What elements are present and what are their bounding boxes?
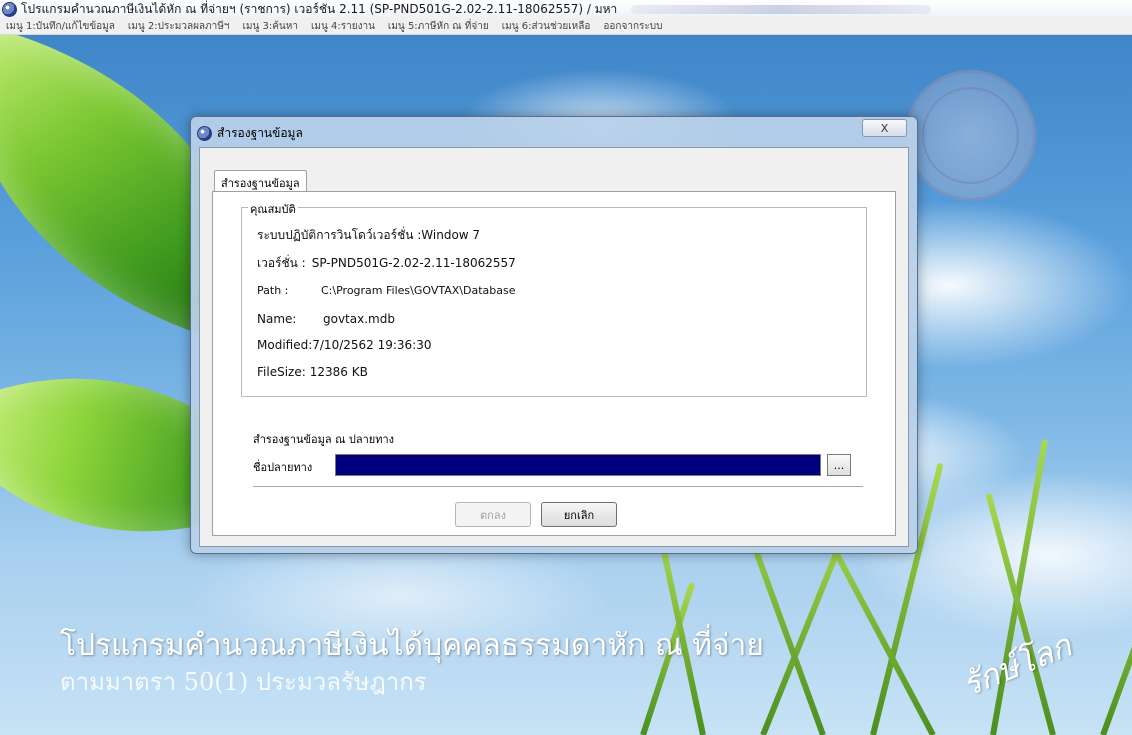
menu-report[interactable]: เมนู 4:รายงาน: [311, 19, 375, 34]
menu-logout[interactable]: ออกจากระบบ: [603, 19, 662, 34]
dialog-title-bar: สำรองฐานข้อมูล: [197, 122, 303, 144]
modified-row: Modified: 7/10/2562 19:36:30: [257, 338, 432, 352]
dialog-title: สำรองฐานข้อมูล: [217, 125, 303, 140]
menu-process[interactable]: เมนู 2:ประมวลผลภาษีฯ: [128, 19, 230, 34]
menu-help[interactable]: เมนู 6:ส่วนช่วยเหลือ: [502, 19, 591, 34]
menu-withholding[interactable]: เมนู 5:ภาษีหัก ณ ที่จ่าย: [388, 19, 489, 34]
menu-search[interactable]: เมนู 3:ค้นหา: [242, 19, 298, 34]
name-row: Name: govtax.mdb: [257, 312, 395, 326]
blurred-title-region: [631, 4, 932, 14]
version-label: เวอร์ชั่น :: [257, 256, 306, 270]
menu-record[interactable]: เมนู 1:บันทึก/แก้ไขข้อมูล: [6, 19, 115, 34]
ok-button[interactable]: ตกลง: [455, 502, 531, 527]
app-icon: [2, 1, 17, 17]
os-row: ระบบปฏิบัติการวินโดว์เวอร์ชั่น : Window …: [257, 226, 480, 245]
filesize-row: FileSize: 12386 KB: [257, 365, 368, 379]
version-row: เวอร์ชั่น : SP-PND501G-2.02-2.11-1806255…: [257, 254, 516, 273]
separator: [253, 486, 863, 488]
app-icon: [197, 125, 212, 141]
menubar: เมนู 1:บันทึก/แก้ไขข้อมูล เมนู 2:ประมวลผ…: [0, 18, 1132, 35]
tab-panel: คุณสมบัติ ระบบปฏิบัติการวินโดว์เวอร์ชั่น…: [212, 191, 896, 536]
destination-label: ชื่อปลายทาง: [253, 461, 313, 474]
close-button[interactable]: X: [862, 119, 907, 137]
dialog-client-area: สำรองฐานข้อมูล คุณสมบัติ ระบบปฏิบัติการว…: [199, 147, 909, 547]
background-subline: ตามมาตรา 50(1) ประมวลรัษฎากร: [60, 668, 427, 696]
destination-input[interactable]: [335, 454, 821, 476]
properties-group-title: คุณสมบัติ: [248, 200, 298, 218]
revenue-seal-watermark: [905, 70, 1036, 201]
name-label: Name:: [257, 312, 297, 326]
os-value: Window 7: [421, 228, 481, 242]
path-row: Path : C:\Program Files\GOVTAX\Database: [257, 284, 515, 297]
properties-group: คุณสมบัติ ระบบปฏิบัติการวินโดว์เวอร์ชั่น…: [241, 200, 867, 397]
modified-label: Modified:: [257, 338, 313, 352]
name-value: govtax.mdb: [323, 312, 395, 326]
modified-value: 7/10/2562 19:36:30: [312, 338, 432, 352]
filesize-value: 12386 KB: [309, 365, 368, 379]
backup-dialog: สำรองฐานข้อมูล X สำรองฐานข้อมูล คุณสมบัต…: [190, 116, 918, 554]
window-title: โปรแกรมคำนวณภาษีเงินได้หัก ณ ที่จ่ายฯ (ร…: [21, 1, 618, 16]
browse-button[interactable]: ...: [827, 454, 851, 476]
background-slogan: รักษ์โลก: [956, 626, 1077, 704]
filesize-label: FileSize:: [257, 365, 306, 379]
destination-section-label: สำรองฐานข้อมูล ณ ปลายทาง: [253, 433, 395, 446]
version-value: SP-PND501G-2.02-2.11-18062557: [311, 256, 516, 270]
grass-blade: [1100, 527, 1132, 735]
os-label: ระบบปฏิบัติการวินโดว์เวอร์ชั่น :: [257, 228, 422, 242]
cancel-button[interactable]: ยกเลิก: [541, 502, 617, 527]
close-icon: X: [880, 121, 889, 135]
path-label: Path :: [257, 284, 289, 297]
window-title-bar: โปรแกรมคำนวณภาษีเงินได้หัก ณ ที่จ่ายฯ (ร…: [0, 0, 1132, 18]
path-value: C:\Program Files\GOVTAX\Database: [321, 284, 516, 297]
